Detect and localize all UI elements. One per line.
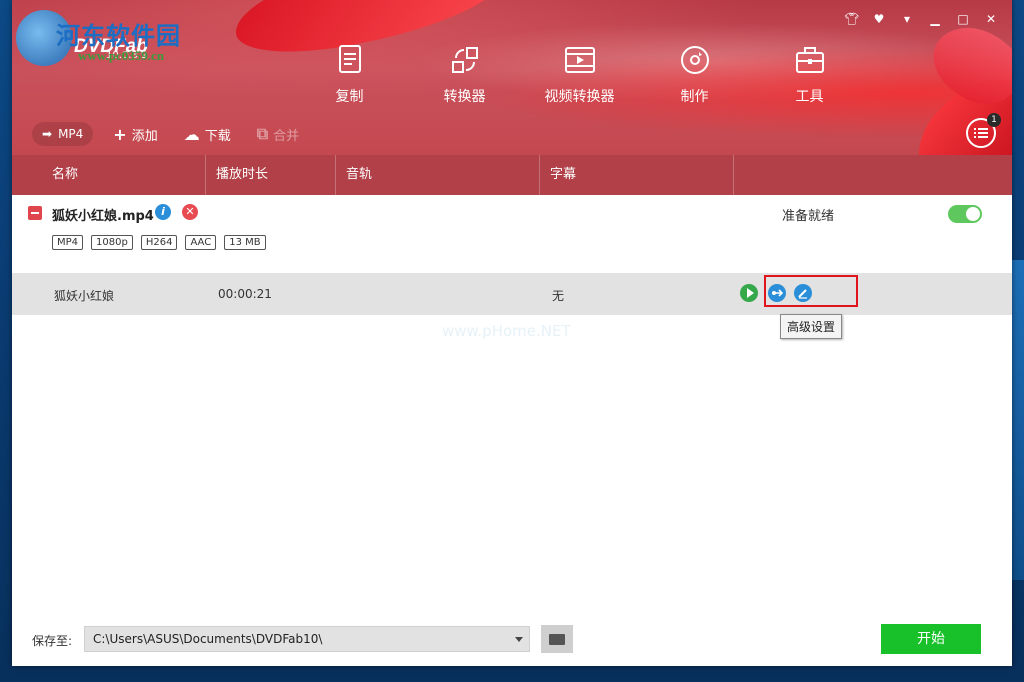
watermark-url: www.pc0359.cn <box>78 48 164 63</box>
browse-folder-button[interactable] <box>541 625 573 653</box>
minimize-icon[interactable]: ▁ <box>928 12 942 26</box>
arrow-right-icon: ➡ <box>42 127 53 141</box>
column-name: 名称 <box>12 155 206 195</box>
desktop-edge <box>1012 260 1024 580</box>
file-name: 狐妖小红娘.mp4 <box>52 209 154 224</box>
toolbar: ➡ MP4 + 添加 ☁ 下载 ⧉ 合并 <box>32 122 305 146</box>
column-subtitle: 字幕 <box>540 155 734 195</box>
file-item[interactable]: 狐妖小红娘.mp4 i ✕ 准备就绪 MP4 1080p H264 AAC 13… <box>12 195 1012 265</box>
cloud-download-icon: ☁ <box>183 124 200 144</box>
track-row[interactable]: 狐妖小红娘 00:00:21 无 <box>12 273 1012 315</box>
status-text: 准备就绪 <box>782 209 835 224</box>
content-watermark: www.pHome.NET <box>442 322 571 340</box>
play-icon[interactable] <box>740 284 758 302</box>
disc-icon <box>680 46 709 74</box>
collapse-icon[interactable] <box>28 206 42 220</box>
module-video-converter[interactable]: 视频转换器 <box>522 44 637 106</box>
module-tools[interactable]: 工具 <box>752 44 867 106</box>
queue-count-badge: 1 <box>987 113 1001 127</box>
format-button[interactable]: ➡ MP4 <box>32 122 94 146</box>
module-bar: 复制 转换器 视频转换器 制作 工具 <box>292 44 867 106</box>
module-converter[interactable]: 转换器 <box>407 44 522 106</box>
converter-icon <box>451 47 478 73</box>
heart-icon[interactable]: ♥ <box>872 12 886 26</box>
codec-tag: H264 <box>140 235 178 250</box>
window-controls: 👕︎ ♥ ▾ ▁ □ ✕ <box>844 12 998 26</box>
column-extra <box>734 155 1012 195</box>
toolbox-icon <box>795 47 824 73</box>
column-header: 名称 播放时长 音轨 字幕 <box>12 155 1012 195</box>
track-subtitle[interactable]: 无 <box>552 287 564 304</box>
menu-icon[interactable]: ▾ <box>900 12 914 26</box>
video-converter-icon <box>564 47 595 73</box>
merge-button[interactable]: ⧉ 合并 <box>251 124 305 144</box>
shirt-icon[interactable]: 👕︎ <box>844 12 859 26</box>
maximize-icon[interactable]: □ <box>956 12 970 26</box>
close-icon[interactable]: ✕ <box>984 12 998 26</box>
download-label: 下载 <box>204 128 231 144</box>
dvdfab-window: DVDFab 10.0.3.9 河东软件园 www.pc0359.cn 👕︎ ♥… <box>12 0 1012 666</box>
track-title: 狐妖小红娘 <box>54 289 115 303</box>
audio-codec-tag: AAC <box>185 235 217 250</box>
module-label: 视频转换器 <box>544 89 615 105</box>
module-label: 转换器 <box>443 89 486 105</box>
remove-icon[interactable]: ✕ <box>182 204 198 220</box>
size-tag: 13 MB <box>224 235 266 250</box>
module-label: 复制 <box>335 89 364 105</box>
info-icon[interactable]: i <box>155 204 171 220</box>
format-label: MP4 <box>58 127 84 141</box>
module-label: 制作 <box>680 89 709 105</box>
resolution-tag: 1080p <box>91 235 133 250</box>
save-to-label: 保存至: <box>32 634 73 648</box>
add-label: 添加 <box>131 128 158 144</box>
plus-icon: + <box>113 124 127 144</box>
track-duration: 00:00:21 <box>218 287 272 301</box>
start-button[interactable]: 开始 <box>881 624 981 654</box>
add-button[interactable]: + 添加 <box>107 125 163 144</box>
file-tags: MP4 1080p H264 AAC 13 MB <box>52 235 266 250</box>
list-icon <box>974 128 988 138</box>
tooltip: 高级设置 <box>780 314 843 339</box>
app-header: DVDFab 10.0.3.9 河东软件园 www.pc0359.cn 👕︎ ♥… <box>12 0 1012 207</box>
watermark-site: 河东软件园 <box>56 21 181 50</box>
highlight-box <box>764 275 858 307</box>
download-button[interactable]: ☁ 下载 <box>178 125 237 144</box>
module-label: 工具 <box>795 89 824 105</box>
output-path-value: C:\Users\ASUS\Documents\DVDFab10\ <box>93 632 323 646</box>
module-copy[interactable]: 复制 <box>292 44 407 106</box>
output-path-field[interactable]: C:\Users\ASUS\Documents\DVDFab10\ <box>84 626 530 652</box>
column-audio: 音轨 <box>336 155 540 195</box>
merge-icon: ⧉ <box>256 124 269 143</box>
chevron-down-icon[interactable] <box>515 637 523 642</box>
copy-icon <box>338 45 361 73</box>
module-creator[interactable]: 制作 <box>637 44 752 106</box>
column-duration: 播放时长 <box>206 155 336 195</box>
format-tag: MP4 <box>52 235 84 250</box>
task-queue-button[interactable]: 1 <box>966 113 1001 148</box>
merge-label: 合并 <box>273 128 300 144</box>
enable-toggle[interactable] <box>948 205 982 223</box>
